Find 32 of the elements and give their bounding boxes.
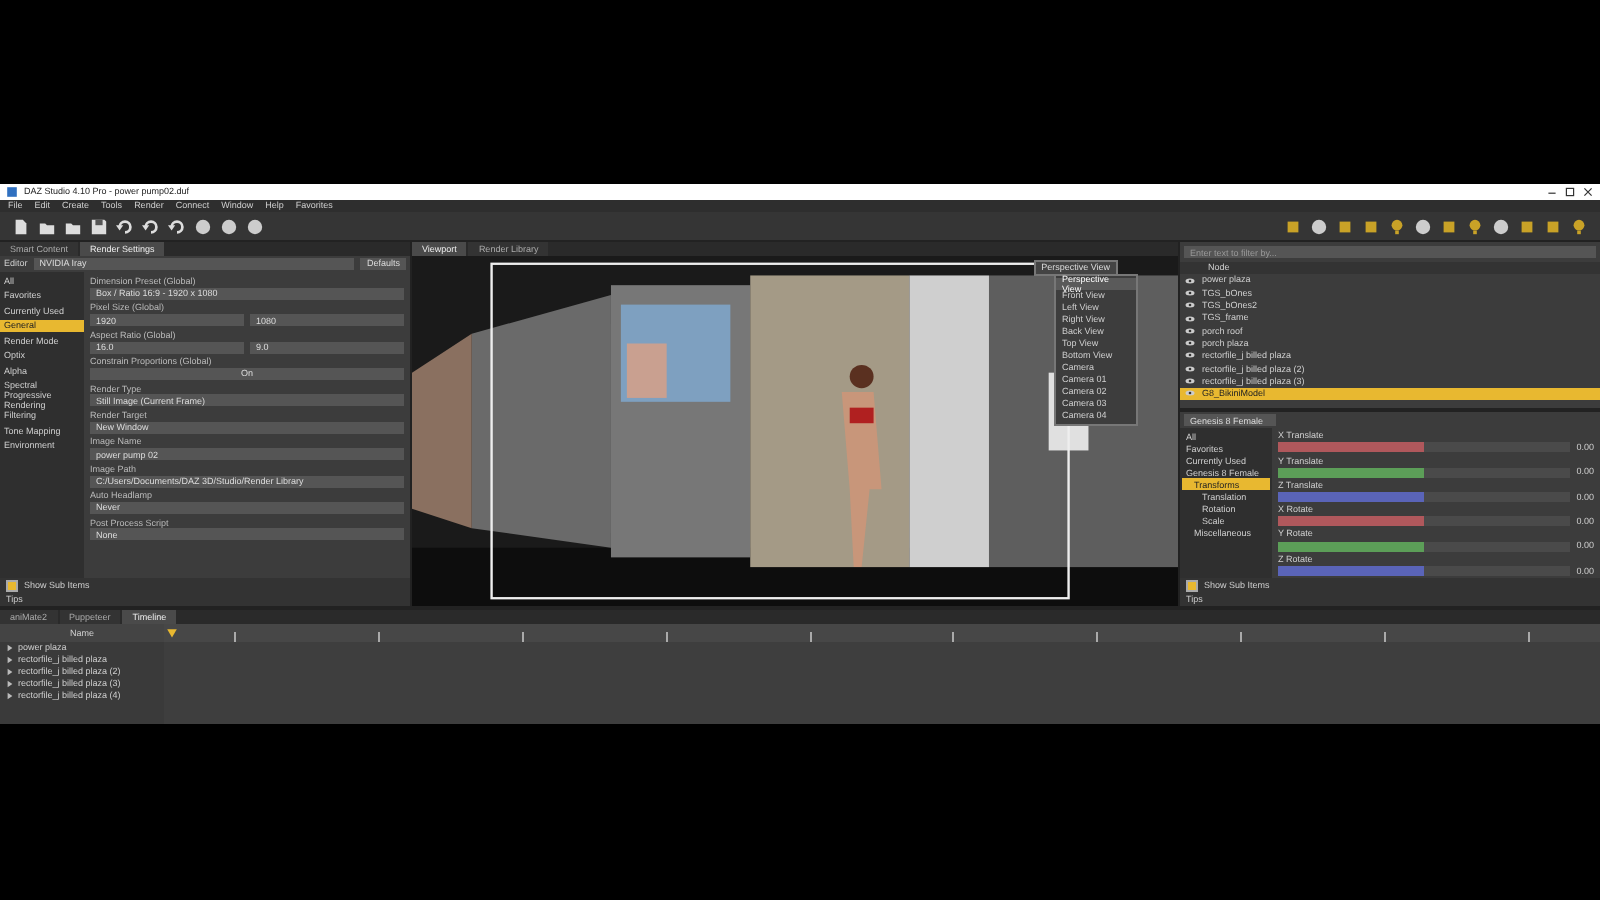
eye-icon[interactable] bbox=[1184, 363, 1196, 374]
eye-icon[interactable] bbox=[1184, 388, 1196, 399]
maximize-icon[interactable] bbox=[1564, 186, 1576, 198]
app-icon bbox=[6, 186, 18, 198]
light-icon[interactable] bbox=[1466, 217, 1484, 235]
sphere-icon[interactable] bbox=[1414, 217, 1432, 235]
playhead-icon[interactable] bbox=[166, 628, 178, 640]
slider-fill[interactable] bbox=[1278, 516, 1425, 527]
light-icon[interactable] bbox=[1388, 217, 1406, 235]
cube-icon[interactable] bbox=[1440, 217, 1458, 235]
eye-icon[interactable] bbox=[1184, 325, 1196, 336]
eye-icon[interactable] bbox=[1184, 376, 1196, 387]
document-icon[interactable] bbox=[12, 217, 30, 235]
sphere-icon[interactable] bbox=[1310, 217, 1328, 235]
slider-fill[interactable] bbox=[1278, 491, 1425, 502]
save-icon[interactable] bbox=[90, 217, 108, 235]
checkbox[interactable] bbox=[6, 579, 18, 591]
slider-fill[interactable] bbox=[1278, 442, 1425, 453]
slider-fill[interactable] bbox=[1278, 541, 1425, 552]
slider-fill[interactable] bbox=[1278, 565, 1425, 576]
cube-icon[interactable] bbox=[1284, 217, 1302, 235]
light-icon[interactable] bbox=[1570, 217, 1588, 235]
checkbox[interactable] bbox=[1186, 579, 1198, 591]
eye-icon[interactable] bbox=[1184, 287, 1196, 298]
eye-icon[interactable] bbox=[1184, 350, 1196, 361]
slider-fill[interactable] bbox=[1278, 467, 1425, 478]
close-icon[interactable] bbox=[1582, 186, 1594, 198]
eye-icon[interactable] bbox=[1184, 338, 1196, 349]
eye-icon[interactable] bbox=[1184, 275, 1196, 286]
eye-icon[interactable] bbox=[1184, 313, 1196, 324]
sphere-icon[interactable] bbox=[1492, 217, 1510, 235]
eye-icon[interactable] bbox=[1184, 300, 1196, 311]
